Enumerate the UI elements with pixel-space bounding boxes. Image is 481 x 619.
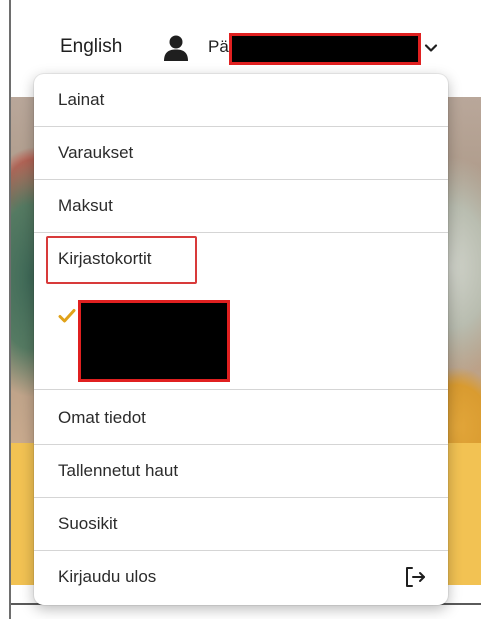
menu-item-varaukset[interactable]: Varaukset bbox=[34, 127, 448, 180]
menu-item-kirjastokortit[interactable]: Kirjastokortit bbox=[34, 233, 448, 286]
menu-item-kirjaudu-ulos[interactable]: Kirjaudu ulos bbox=[34, 551, 448, 604]
menu-item-label: Tallennetut haut bbox=[58, 461, 179, 480]
menu-item-label: Omat tiedot bbox=[58, 408, 146, 427]
user-dropdown-menu: Lainat Varaukset Maksut Kirjastokortit O… bbox=[34, 74, 448, 605]
menu-item-label: Kirjastokortit bbox=[58, 249, 152, 268]
checkmark-icon bbox=[58, 309, 76, 323]
user-name[interactable]: Pä bbox=[208, 37, 229, 57]
menu-item-omat-tiedot[interactable]: Omat tiedot bbox=[34, 392, 448, 445]
menu-item-label: Lainat bbox=[58, 90, 105, 109]
menu-item-tallennetut-haut[interactable]: Tallennetut haut bbox=[34, 445, 448, 498]
language-switch-link[interactable]: English bbox=[60, 36, 122, 58]
menu-item-label: Varaukset bbox=[58, 143, 134, 162]
redacted-library-card[interactable] bbox=[78, 300, 230, 382]
menu-item-label: Maksut bbox=[58, 196, 113, 215]
logout-icon bbox=[406, 567, 425, 587]
menu-item-label: Suosikit bbox=[58, 514, 118, 533]
menu-item-maksut[interactable]: Maksut bbox=[34, 180, 448, 233]
menu-item-lainat[interactable]: Lainat bbox=[34, 74, 448, 127]
user-icon[interactable] bbox=[163, 34, 189, 62]
menu-item-label: Kirjaudu ulos bbox=[58, 567, 157, 586]
redacted-user-name bbox=[229, 33, 421, 65]
chevron-down-icon[interactable] bbox=[423, 40, 439, 56]
menu-item-suosikit[interactable]: Suosikit bbox=[34, 498, 448, 551]
